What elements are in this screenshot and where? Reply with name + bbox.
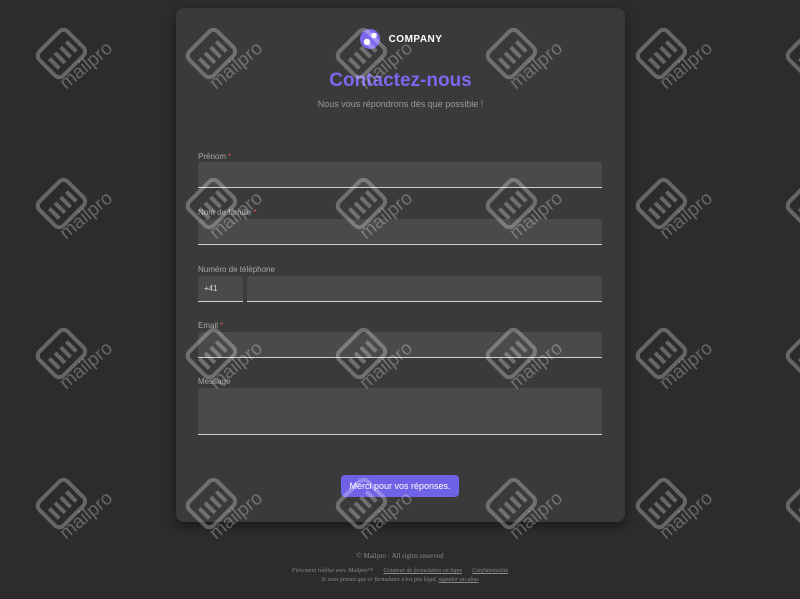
made-with-text: Fièrement réalisé avec Mailpro™ (291, 568, 374, 574)
required-mark: * (253, 208, 257, 217)
privacy-link[interactable]: Confidentialité (472, 568, 508, 574)
svg-text:mailpro: mailpro (56, 488, 117, 544)
form-title: Contactez-nous (329, 70, 472, 91)
email-label-text: Email (198, 321, 219, 330)
svg-text:mailpro: mailpro (656, 338, 717, 394)
mailpro-watermark: mailpro (780, 320, 800, 400)
form-builder-link[interactable]: Créateur de formulaires en ligne (383, 568, 462, 574)
footer-copyright: © Mailpro · All rights reserved (356, 552, 444, 560)
email-input[interactable] (198, 332, 602, 358)
firstname-label: Prénom * (198, 152, 231, 161)
email-label: Email * (198, 321, 223, 330)
phone-input[interactable] (247, 276, 602, 302)
contact-form-card: COMPANY Contactez-nous Nous vous répondr… (176, 8, 625, 522)
svg-text:mailpro: mailpro (56, 38, 117, 94)
mailpro-watermark: mailpro (780, 170, 800, 250)
footer-credits: Fièrement réalisé avec Mailpro™ Créateur … (0, 568, 800, 574)
firstname-input[interactable] (198, 162, 602, 188)
mailpro-watermark: mailpro (30, 20, 130, 100)
company-logo-text: COMPANY (388, 33, 443, 45)
mailpro-watermark: mailpro (780, 470, 800, 550)
svg-text:mailpro: mailpro (56, 338, 117, 394)
required-mark: * (228, 152, 232, 161)
lastname-label: Nom de famille * (198, 208, 256, 217)
company-logo: COMPANY (176, 28, 625, 50)
message-label: Message (198, 377, 231, 386)
company-logo-icon (359, 29, 380, 49)
mailpro-watermark: mailpro (630, 20, 730, 100)
mailpro-watermark: mailpro (30, 320, 130, 400)
submit-button[interactable]: Merci pour vos réponses. (341, 475, 459, 497)
mailpro-watermark: mailpro (780, 20, 800, 100)
phone-label: Numéro de téléphone (198, 265, 275, 274)
form-subtitle: Nous vous répondrons dès que possible ! (317, 99, 484, 109)
mailpro-watermark: mailpro (30, 170, 130, 250)
svg-text:mailpro: mailpro (56, 188, 117, 244)
svg-text:mailpro: mailpro (656, 38, 717, 94)
mailpro-watermark: mailpro (30, 470, 130, 550)
mailpro-watermark: mailpro (630, 470, 730, 550)
message-textarea[interactable] (198, 388, 602, 435)
lastname-input[interactable] (198, 219, 602, 245)
firstname-label-text: Prénom (198, 152, 227, 161)
report-abuse-link[interactable]: signaler un abus (439, 577, 479, 583)
svg-text:mailpro: mailpro (656, 488, 717, 544)
phone-country-code[interactable]: +41 (198, 276, 243, 302)
lastname-label-text: Nom de famille (198, 208, 252, 217)
mailpro-watermark: mailpro (630, 170, 730, 250)
required-mark: * (220, 321, 224, 330)
mailpro-watermark: mailpro (630, 320, 730, 400)
abuse-text: Si vous pensez que ce formulaire n'est p… (321, 577, 438, 583)
svg-text:mailpro: mailpro (656, 188, 717, 244)
footer-abuse: Si vous pensez que ce formulaire n'est p… (0, 577, 800, 583)
